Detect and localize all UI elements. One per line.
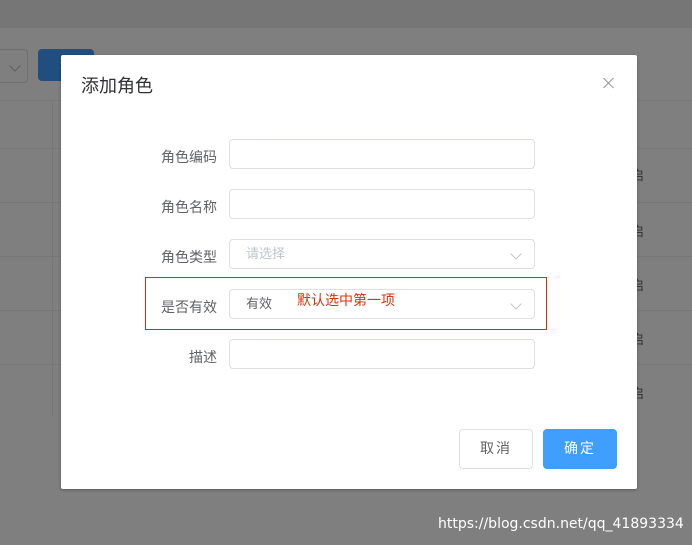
role-type-placeholder: 请选择 <box>246 247 286 262</box>
role-code-input[interactable] <box>229 139 535 169</box>
role-type-select[interactable]: 请选择 <box>229 239 535 269</box>
close-icon[interactable] <box>602 76 616 90</box>
role-type-label: 角色类型 <box>161 250 217 266</box>
watermark-text: https://blog.csdn.net/qq_41893334 <box>438 516 684 532</box>
role-name-input[interactable] <box>229 189 535 219</box>
description-input[interactable] <box>229 339 535 369</box>
cancel-button[interactable]: 取消 <box>459 429 533 469</box>
chevron-down-icon <box>510 248 522 260</box>
description-label: 描述 <box>189 350 217 366</box>
dialog-title: 添加角色 <box>81 76 153 97</box>
role-name-label: 角色名称 <box>161 200 217 216</box>
add-role-dialog: 添加角色 角色编码 角色名称 角色类型 请选择 是否有效 有效 描述 默认选中第… <box>61 55 637 489</box>
role-code-label: 角色编码 <box>161 150 217 166</box>
confirm-button[interactable]: 确定 <box>543 429 617 469</box>
annotation-text: 默认选中第一项 <box>297 293 395 309</box>
